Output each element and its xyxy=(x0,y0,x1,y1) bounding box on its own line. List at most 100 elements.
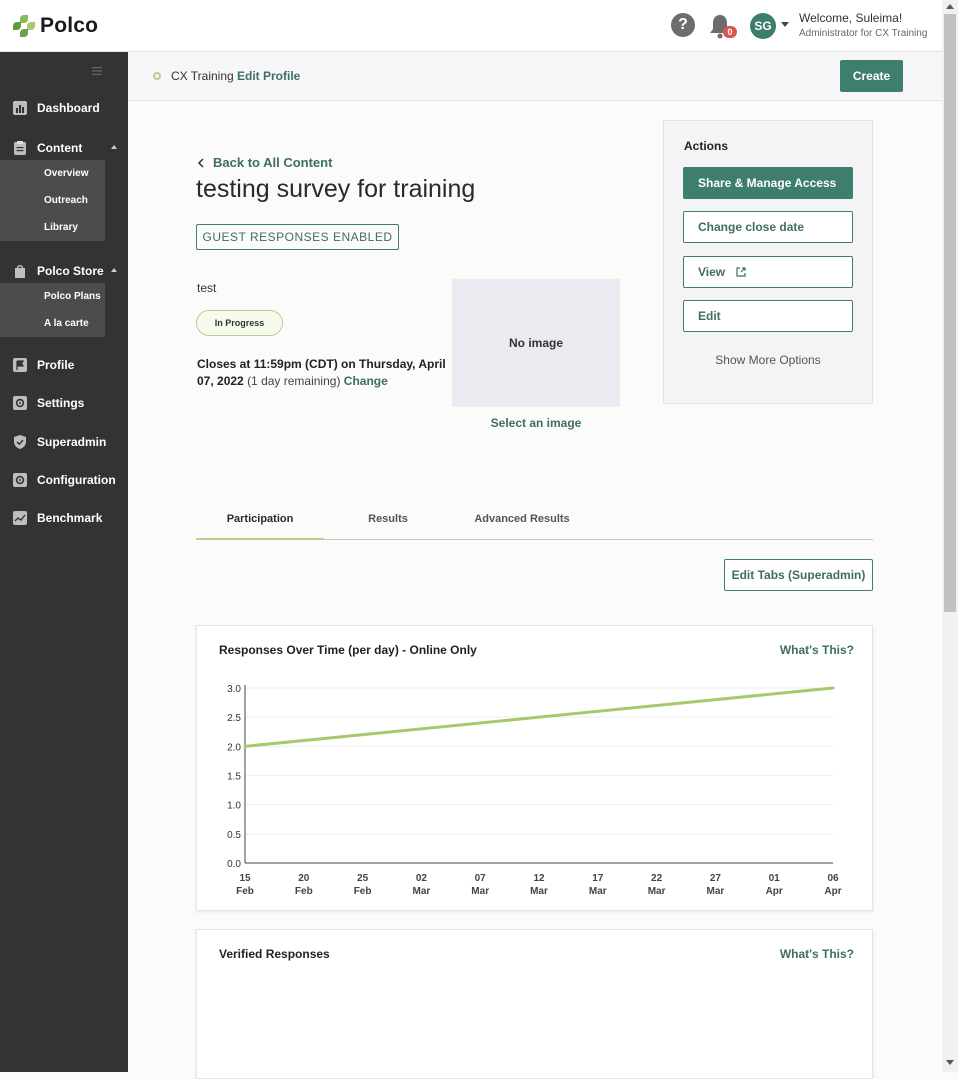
y-tick-label: 0.0 xyxy=(227,859,241,870)
trend-icon xyxy=(13,511,27,525)
whats-this-link[interactable]: What's This? xyxy=(780,947,854,961)
sidebar-item-label: Superadmin xyxy=(37,435,107,449)
responses-over-time-card: Responses Over Time (per day) - Online O… xyxy=(196,625,873,911)
x-tick-label: 06 xyxy=(827,873,839,884)
share-manage-access-button[interactable]: Share & Manage Access xyxy=(683,167,853,199)
external-link-icon xyxy=(736,267,747,277)
view-button-label: View xyxy=(698,265,726,279)
content-submenu: Overview Outreach Library xyxy=(0,160,105,241)
sidebar-item-profile[interactable]: Profile xyxy=(0,354,128,376)
tab-results[interactable]: Results xyxy=(324,505,452,540)
sidebar-item-superadmin[interactable]: Superadmin xyxy=(0,431,128,453)
x-tick-label: 25 xyxy=(357,873,369,884)
x-tick-label: Mar xyxy=(589,886,607,897)
org-status-icon xyxy=(153,72,161,80)
change-close-date-link[interactable]: Change xyxy=(344,374,388,388)
days-remaining: (1 day remaining) xyxy=(247,374,341,388)
view-button[interactable]: View xyxy=(683,256,853,288)
top-bar: Polco ? 0 SG Welcome, Suleima! Administr… xyxy=(0,0,942,52)
y-tick-label: 0.5 xyxy=(227,830,241,841)
x-tick-label: Feb xyxy=(354,886,372,897)
x-tick-label: 17 xyxy=(592,873,604,884)
image-placeholder: No image xyxy=(452,279,620,407)
y-tick-label: 2.0 xyxy=(227,742,241,753)
gear-icon xyxy=(13,396,27,410)
submenu-item-a-la-carte[interactable]: A la carte xyxy=(0,310,105,337)
card-title: Verified Responses xyxy=(219,947,330,961)
x-tick-label: Feb xyxy=(236,886,254,897)
flag-icon xyxy=(13,358,27,372)
sidebar-item-settings[interactable]: Settings xyxy=(0,392,128,414)
sidebar-item-label: Dashboard xyxy=(37,101,100,115)
x-tick-label: Mar xyxy=(648,886,666,897)
scrollbar-thumb[interactable] xyxy=(944,14,956,612)
store-submenu: Polco Plans A la carte xyxy=(0,283,105,337)
actions-panel: Actions Share & Manage Access Change clo… xyxy=(663,120,873,404)
x-tick-label: 15 xyxy=(239,873,251,884)
x-tick-label: Mar xyxy=(530,886,548,897)
scroll-up-icon[interactable] xyxy=(946,4,954,9)
x-tick-label: Apr xyxy=(766,886,783,897)
shopping-bag-icon xyxy=(15,265,25,278)
polco-logo-icon xyxy=(13,15,35,37)
submenu-item-polco-plans[interactable]: Polco Plans xyxy=(0,283,105,310)
submenu-item-outreach[interactable]: Outreach xyxy=(0,187,105,214)
back-to-all-content-link[interactable]: Back to All Content xyxy=(197,155,332,170)
chevron-left-icon xyxy=(197,157,204,168)
sidebar-item-label: Polco Store xyxy=(37,264,104,278)
select-image-link[interactable]: Select an image xyxy=(452,416,620,430)
sidebar-item-content[interactable]: Content xyxy=(0,137,128,159)
help-icon[interactable]: ? xyxy=(671,13,695,37)
user-welcome: Welcome, Suleima! Administrator for CX T… xyxy=(799,11,927,41)
create-button[interactable]: Create xyxy=(840,60,903,92)
show-more-options-link[interactable]: Show More Options xyxy=(664,353,872,367)
chevron-up-icon[interactable] xyxy=(111,268,117,272)
sidebar-item-label: Profile xyxy=(37,358,75,372)
org-header: CX Training Edit Profile Create xyxy=(128,52,942,101)
sidebar: Dashboard Content Overview Outreach Libr… xyxy=(0,52,128,1072)
x-tick-label: 12 xyxy=(533,873,545,884)
y-tick-label: 1.5 xyxy=(227,772,241,783)
sidebar-item-label: Settings xyxy=(37,396,85,410)
x-tick-label: Mar xyxy=(707,886,725,897)
sidebar-item-configuration[interactable]: Configuration xyxy=(0,469,128,491)
y-tick-label: 2.5 xyxy=(227,713,241,724)
org-name: CX Training xyxy=(171,69,234,83)
tab-participation[interactable]: Participation xyxy=(196,505,324,540)
edit-button[interactable]: Edit xyxy=(683,300,853,332)
clipboard-icon xyxy=(14,141,26,155)
sidebar-item-benchmark[interactable]: Benchmark xyxy=(0,507,128,529)
x-tick-label: Apr xyxy=(824,886,841,897)
polco-logo[interactable]: Polco xyxy=(13,14,98,38)
submenu-item-library[interactable]: Library xyxy=(0,214,105,241)
logo-text: Polco xyxy=(40,14,99,37)
status-badge: In Progress xyxy=(196,310,283,336)
welcome-text: Welcome, Suleima! xyxy=(799,11,903,25)
change-close-date-button[interactable]: Change close date xyxy=(683,211,853,243)
x-tick-label: Feb xyxy=(295,886,313,897)
tab-advanced-results[interactable]: Advanced Results xyxy=(452,505,592,540)
responses-line-chart: 0.0 0.5 1.0 1.5 2.0 2.5 3.0 15 Feb 20 Feb 25 Feb 02 Ma… xyxy=(227,684,842,897)
x-tick-label: Mar xyxy=(471,886,489,897)
sidebar-item-dashboard[interactable]: Dashboard xyxy=(0,97,128,119)
collapse-sidebar-icon[interactable] xyxy=(92,67,102,75)
edit-profile-link[interactable]: Edit Profile xyxy=(237,69,300,83)
page-title: testing survey for training xyxy=(196,175,476,203)
x-tick-label: 20 xyxy=(298,873,310,884)
results-tabs: Participation Results Advanced Results xyxy=(196,505,873,540)
x-tick-label: 27 xyxy=(710,873,722,884)
scroll-down-icon[interactable] xyxy=(946,1060,954,1065)
submenu-item-overview[interactable]: Overview xyxy=(0,160,105,187)
shield-icon xyxy=(14,435,26,449)
x-tick-label: Mar xyxy=(413,886,431,897)
x-tick-label: 22 xyxy=(651,873,663,884)
edit-tabs-button[interactable]: Edit Tabs (Superadmin) xyxy=(724,559,873,591)
chevron-down-icon[interactable] xyxy=(781,22,789,27)
x-tick-label: 07 xyxy=(475,873,487,884)
sidebar-item-polco-store[interactable]: Polco Store xyxy=(0,260,128,282)
back-link-label: Back to All Content xyxy=(213,155,333,170)
y-tick-label: 3.0 xyxy=(227,684,241,695)
actions-title: Actions xyxy=(684,139,729,153)
chevron-up-icon[interactable] xyxy=(111,145,117,149)
avatar[interactable]: SG xyxy=(750,13,776,39)
